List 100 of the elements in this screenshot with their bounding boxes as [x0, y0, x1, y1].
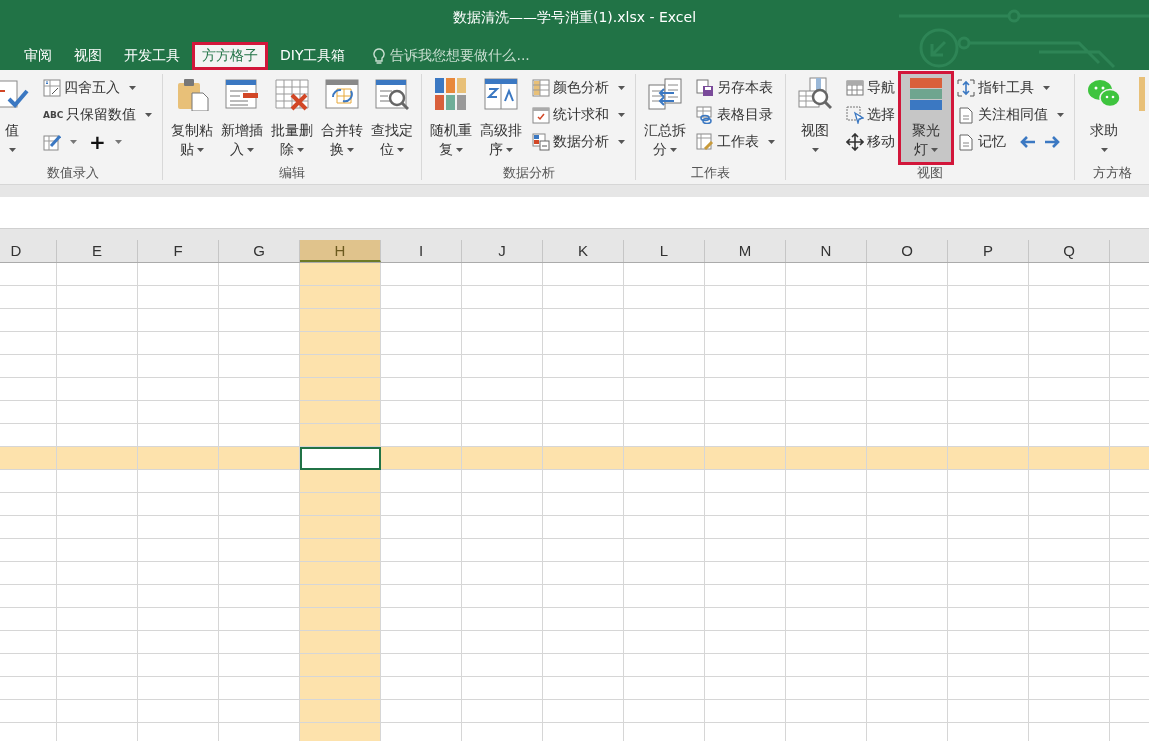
grid-cell[interactable] [57, 562, 138, 585]
highlighted-cell[interactable] [300, 378, 381, 401]
column-header[interactable]: Q [1029, 240, 1110, 262]
highlighted-cell[interactable] [300, 700, 381, 723]
grid-cell[interactable] [948, 470, 1029, 493]
grid-cell[interactable] [948, 286, 1029, 309]
grid-cell[interactable] [138, 378, 219, 401]
grid-cell[interactable] [867, 447, 948, 470]
grid-cell[interactable] [57, 493, 138, 516]
grid-cell[interactable] [462, 493, 543, 516]
ribbon-menu-button[interactable]: 表格目录 [694, 101, 776, 128]
grid-cell[interactable] [786, 562, 867, 585]
grid-cell[interactable] [867, 585, 948, 608]
ribbon-menu-button[interactable]: 关注相同值 [955, 101, 1067, 128]
grid-cell[interactable] [543, 631, 624, 654]
ribbon-button[interactable]: 视图 [790, 74, 841, 162]
grid-cell[interactable] [0, 355, 57, 378]
grid-cell[interactable] [1029, 263, 1110, 286]
grid-cell[interactable] [0, 309, 57, 332]
grid-cell[interactable] [381, 608, 462, 631]
grid-cell[interactable] [705, 493, 786, 516]
grid-cell[interactable] [57, 654, 138, 677]
grid-cell[interactable] [948, 608, 1029, 631]
column-header[interactable]: E [57, 240, 138, 262]
grid-cell[interactable] [138, 585, 219, 608]
grid-cell[interactable] [624, 585, 705, 608]
grid-cell[interactable] [0, 286, 57, 309]
grid-cell[interactable] [381, 401, 462, 424]
grid-cell[interactable] [867, 493, 948, 516]
ribbon-menu-button[interactable]: 移动 [844, 128, 898, 155]
ribbon-button[interactable]: 新增插 入 [217, 74, 268, 162]
grid-cell[interactable] [786, 654, 867, 677]
grid-cell[interactable] [786, 447, 867, 470]
grid-cell[interactable] [948, 447, 1029, 470]
tell-me-field[interactable]: 告诉我您想要做什么... [390, 47, 530, 65]
ribbon-button[interactable]: 随机重 复 [426, 74, 477, 162]
grid-cell[interactable] [867, 401, 948, 424]
grid-cell[interactable] [624, 631, 705, 654]
grid-cell[interactable] [138, 309, 219, 332]
grid-cell[interactable] [867, 332, 948, 355]
ribbon-tab[interactable]: 审阅 [14, 42, 62, 70]
ribbon-menu-button[interactable]: ABC 只保留数值 [41, 101, 155, 128]
grid-cell[interactable] [786, 401, 867, 424]
grid-cell[interactable] [381, 286, 462, 309]
grid-cell[interactable] [462, 654, 543, 677]
grid-cell[interactable] [1029, 401, 1110, 424]
grid-cell[interactable] [0, 539, 57, 562]
highlighted-cell[interactable] [300, 562, 381, 585]
grid-cell[interactable] [705, 631, 786, 654]
grid-cell[interactable] [1029, 700, 1110, 723]
grid-cell[interactable] [867, 562, 948, 585]
ribbon-menu-button[interactable]: 颜色分析 [530, 74, 628, 101]
grid-cell[interactable] [381, 677, 462, 700]
grid-cell[interactable] [786, 516, 867, 539]
grid-cell[interactable] [543, 677, 624, 700]
grid-cell[interactable] [462, 332, 543, 355]
grid-cell[interactable] [57, 539, 138, 562]
grid-cell[interactable] [1029, 585, 1110, 608]
ribbon-menu-button[interactable]: 数据分析 [530, 128, 628, 155]
grid-cell[interactable] [0, 654, 57, 677]
grid-cell[interactable] [381, 263, 462, 286]
grid-cell[interactable] [57, 608, 138, 631]
grid-cell[interactable] [0, 378, 57, 401]
grid-cell[interactable] [948, 677, 1029, 700]
grid-cell[interactable] [0, 677, 57, 700]
grid-cell[interactable] [543, 332, 624, 355]
grid-cell[interactable] [867, 677, 948, 700]
grid-cell[interactable] [381, 309, 462, 332]
grid-cell[interactable] [138, 631, 219, 654]
grid-cell[interactable] [1029, 286, 1110, 309]
grid-cell[interactable] [786, 700, 867, 723]
highlighted-cell[interactable] [300, 355, 381, 378]
grid-cell[interactable] [57, 700, 138, 723]
ribbon-menu-button[interactable]: 统计求和 [530, 101, 628, 128]
grid-cell[interactable] [867, 631, 948, 654]
grid-cell[interactable] [786, 493, 867, 516]
column-header[interactable]: I [381, 240, 462, 262]
grid-cell[interactable] [462, 309, 543, 332]
grid-cell[interactable] [867, 700, 948, 723]
grid-cell[interactable] [624, 309, 705, 332]
grid-cell[interactable] [786, 309, 867, 332]
grid-cell[interactable] [57, 401, 138, 424]
grid-cell[interactable] [624, 677, 705, 700]
grid-cell[interactable] [867, 654, 948, 677]
grid-cell[interactable] [705, 654, 786, 677]
ribbon-button[interactable]: 查找定 位 [367, 74, 418, 162]
grid-cell[interactable] [138, 493, 219, 516]
grid-cell[interactable] [462, 585, 543, 608]
grid-cell[interactable] [543, 401, 624, 424]
ribbon-menu-button[interactable]: 指针工具 [955, 74, 1053, 101]
grid-cell[interactable] [624, 470, 705, 493]
active-cell[interactable] [300, 447, 381, 470]
grid-cell[interactable] [948, 631, 1029, 654]
ribbon-button[interactable]: 合并转 换 [317, 74, 368, 162]
grid-cell[interactable] [948, 654, 1029, 677]
grid-cell[interactable] [0, 631, 57, 654]
grid-cell[interactable] [948, 332, 1029, 355]
right-arrow-icon[interactable] [1044, 135, 1061, 148]
highlighted-cell[interactable] [300, 493, 381, 516]
grid-cell[interactable] [624, 447, 705, 470]
